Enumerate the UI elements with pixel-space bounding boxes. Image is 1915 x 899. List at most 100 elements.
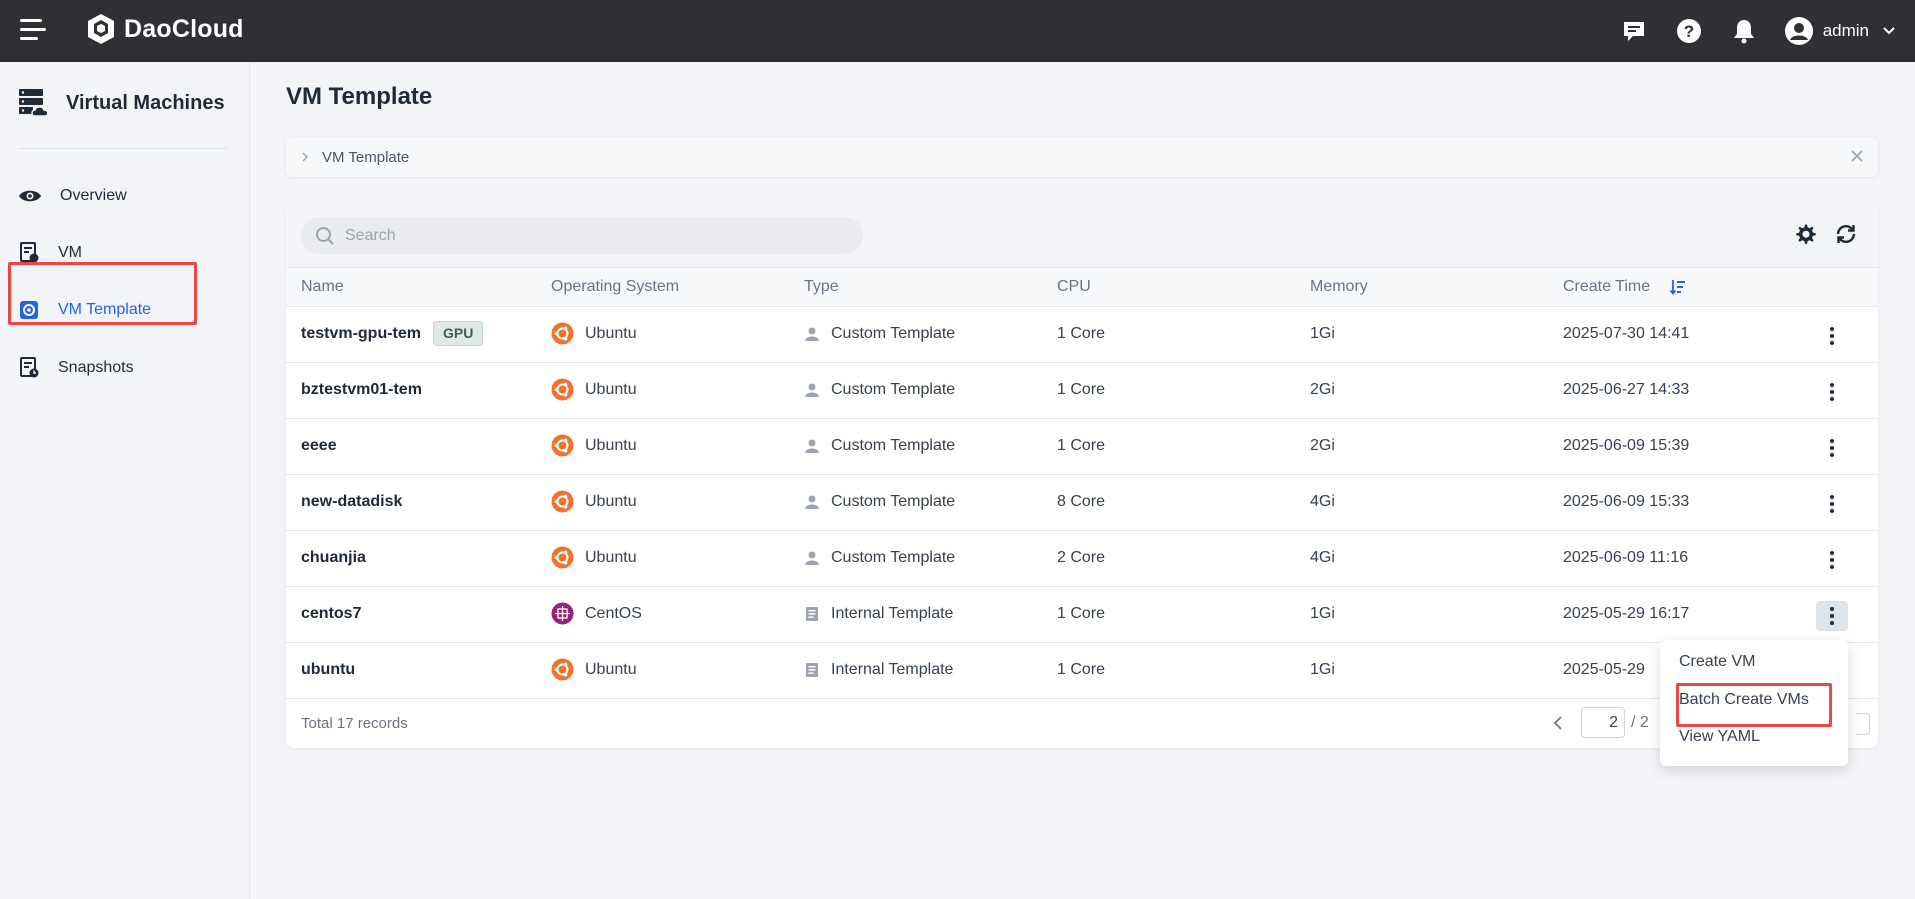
chevron-right-icon[interactable] bbox=[300, 152, 310, 162]
daocloud-logo-icon bbox=[88, 14, 114, 44]
notification-bell-icon[interactable] bbox=[1730, 17, 1758, 45]
sidebar-item-snapshots[interactable]: Snapshots bbox=[18, 348, 228, 388]
os-name: Ubuntu bbox=[585, 381, 637, 398]
memory-value: 2Gi bbox=[1310, 437, 1335, 454]
create-time-value: 2025-06-09 15:39 bbox=[1563, 437, 1690, 454]
column-header-os[interactable]: Operating System bbox=[551, 278, 679, 296]
settings-gear-icon[interactable] bbox=[1794, 222, 1818, 246]
more-actions-icon[interactable] bbox=[1816, 601, 1848, 631]
os-name: Ubuntu bbox=[585, 549, 637, 566]
column-header-memory[interactable]: Memory bbox=[1310, 278, 1368, 296]
table-row[interactable]: eeee Ubuntu Custom Template 1 Core 2Gi 2025-0… bbox=[286, 419, 1878, 475]
template-name[interactable]: eeee bbox=[301, 437, 337, 455]
user-template-icon bbox=[805, 495, 819, 509]
sort-descending-icon[interactable] bbox=[1669, 278, 1687, 296]
table-header: Name Operating System Type CPU Memory Cr… bbox=[286, 268, 1878, 307]
hamburger-menu-icon[interactable] bbox=[20, 19, 46, 43]
breadcrumb-item: VM Template bbox=[322, 148, 410, 166]
page-number-input[interactable] bbox=[1581, 707, 1625, 738]
user-menu[interactable]: admin bbox=[1784, 17, 1895, 45]
breadcrumb: VM Template bbox=[286, 137, 1878, 177]
internal-template-icon bbox=[806, 607, 818, 621]
more-actions-icon[interactable] bbox=[1816, 489, 1848, 519]
memory-value: 4Gi bbox=[1310, 549, 1335, 566]
sidebar-item-overview[interactable]: Overview bbox=[18, 176, 228, 216]
cpu-value: 1 Core bbox=[1057, 437, 1106, 454]
refresh-icon[interactable] bbox=[1834, 222, 1858, 246]
table-row[interactable]: testvm-gpu-tem GPU Ubuntu Custom Template 1 … bbox=[286, 307, 1878, 363]
menu-item-create-vm[interactable]: Create VM bbox=[1679, 653, 1755, 671]
virtual-machines-icon bbox=[19, 89, 49, 117]
menu-item-view-yaml[interactable]: View YAML bbox=[1679, 728, 1760, 746]
more-actions-icon[interactable] bbox=[1816, 321, 1848, 351]
table-toolbar bbox=[286, 202, 1878, 268]
memory-value: 2Gi bbox=[1310, 381, 1335, 398]
table-row[interactable]: centos7 CentOS Internal Template 1 Core 1Gi 2… bbox=[286, 587, 1878, 643]
chevron-down-icon bbox=[1883, 27, 1895, 35]
memory-value: 1Gi bbox=[1310, 605, 1335, 622]
memory-value: 4Gi bbox=[1310, 493, 1335, 510]
close-icon[interactable] bbox=[1850, 149, 1864, 163]
search-box[interactable] bbox=[301, 217, 863, 254]
help-icon[interactable]: ? bbox=[1675, 17, 1703, 45]
template-type: Internal Template bbox=[831, 661, 954, 678]
internal-template-icon bbox=[806, 663, 818, 677]
centos-logo-icon bbox=[551, 602, 574, 625]
search-input[interactable] bbox=[345, 226, 845, 245]
template-type: Custom Template bbox=[831, 493, 956, 510]
memory-value: 1Gi bbox=[1310, 661, 1335, 678]
snapshot-icon bbox=[20, 357, 39, 378]
page-size-select[interactable] bbox=[1856, 713, 1870, 735]
highlight-box-menu bbox=[1676, 683, 1832, 727]
sidebar-header: Virtual Machines bbox=[18, 88, 225, 118]
os-name: Ubuntu bbox=[585, 437, 637, 454]
create-time-value: 2025-06-27 14:33 bbox=[1563, 381, 1690, 398]
template-type: Custom Template bbox=[831, 381, 956, 398]
table-row[interactable]: new-datadisk Ubuntu Custom Template 8 Core 4… bbox=[286, 475, 1878, 531]
user-name: admin bbox=[1822, 21, 1869, 40]
gpu-badge: GPU bbox=[433, 321, 484, 346]
create-time-value: 2025-05-29 16:17 bbox=[1563, 605, 1690, 622]
column-header-name[interactable]: Name bbox=[301, 278, 344, 296]
template-name[interactable]: bztestvm01-tem bbox=[301, 381, 422, 399]
os-name: Ubuntu bbox=[585, 493, 637, 510]
table-row[interactable]: bztestvm01-tem Ubuntu Custom Template 1 Cor… bbox=[286, 363, 1878, 419]
template-type: Internal Template bbox=[831, 605, 954, 622]
chevron-left-icon[interactable] bbox=[1549, 713, 1569, 733]
ubuntu-logo-icon bbox=[551, 322, 574, 345]
table-footer: Total 17 records / 2 bbox=[286, 699, 1878, 748]
table-row[interactable]: chuanjia Ubuntu Custom Template 2 Core 4Gi 20… bbox=[286, 531, 1878, 587]
sidebar-item-label: Overview bbox=[60, 187, 127, 204]
user-template-icon bbox=[805, 439, 819, 453]
table-row[interactable]: ubuntu Ubuntu Internal Template 1 Core 1Gi 20… bbox=[286, 643, 1878, 699]
template-name[interactable]: testvm-gpu-tem bbox=[301, 325, 421, 343]
message-icon[interactable] bbox=[1620, 17, 1648, 45]
sidebar-item-label: Snapshots bbox=[58, 359, 134, 376]
os-name: Ubuntu bbox=[585, 661, 637, 678]
page-total: / 2 bbox=[1631, 713, 1649, 731]
cpu-value: 1 Core bbox=[1057, 605, 1106, 622]
cpu-value: 1 Core bbox=[1057, 661, 1106, 678]
column-header-type[interactable]: Type bbox=[804, 278, 839, 296]
template-name[interactable]: centos7 bbox=[301, 605, 361, 623]
create-time-value: 2025-05-29 bbox=[1563, 661, 1645, 678]
os-name: CentOS bbox=[585, 605, 642, 622]
column-header-cpu[interactable]: CPU bbox=[1057, 278, 1091, 296]
eye-icon bbox=[19, 190, 41, 202]
cpu-value: 1 Core bbox=[1057, 381, 1106, 398]
ubuntu-logo-icon bbox=[551, 378, 574, 401]
template-name[interactable]: ubuntu bbox=[301, 661, 355, 679]
template-name[interactable]: chuanjia bbox=[301, 549, 366, 567]
column-header-create-time[interactable]: Create Time bbox=[1563, 278, 1650, 296]
cpu-value: 2 Core bbox=[1057, 549, 1106, 566]
brand-logo[interactable]: DaoCloud bbox=[86, 13, 244, 45]
template-name[interactable]: new-datadisk bbox=[301, 493, 402, 511]
more-actions-icon[interactable] bbox=[1816, 433, 1848, 463]
top-bar: DaoCloud ? admin bbox=[0, 0, 1915, 62]
search-icon bbox=[316, 226, 334, 245]
more-actions-icon[interactable] bbox=[1816, 545, 1848, 575]
cpu-value: 8 Core bbox=[1057, 493, 1106, 510]
more-actions-icon[interactable] bbox=[1816, 377, 1848, 407]
sidebar-item-label: VM bbox=[58, 244, 82, 261]
vm-icon bbox=[20, 242, 39, 263]
